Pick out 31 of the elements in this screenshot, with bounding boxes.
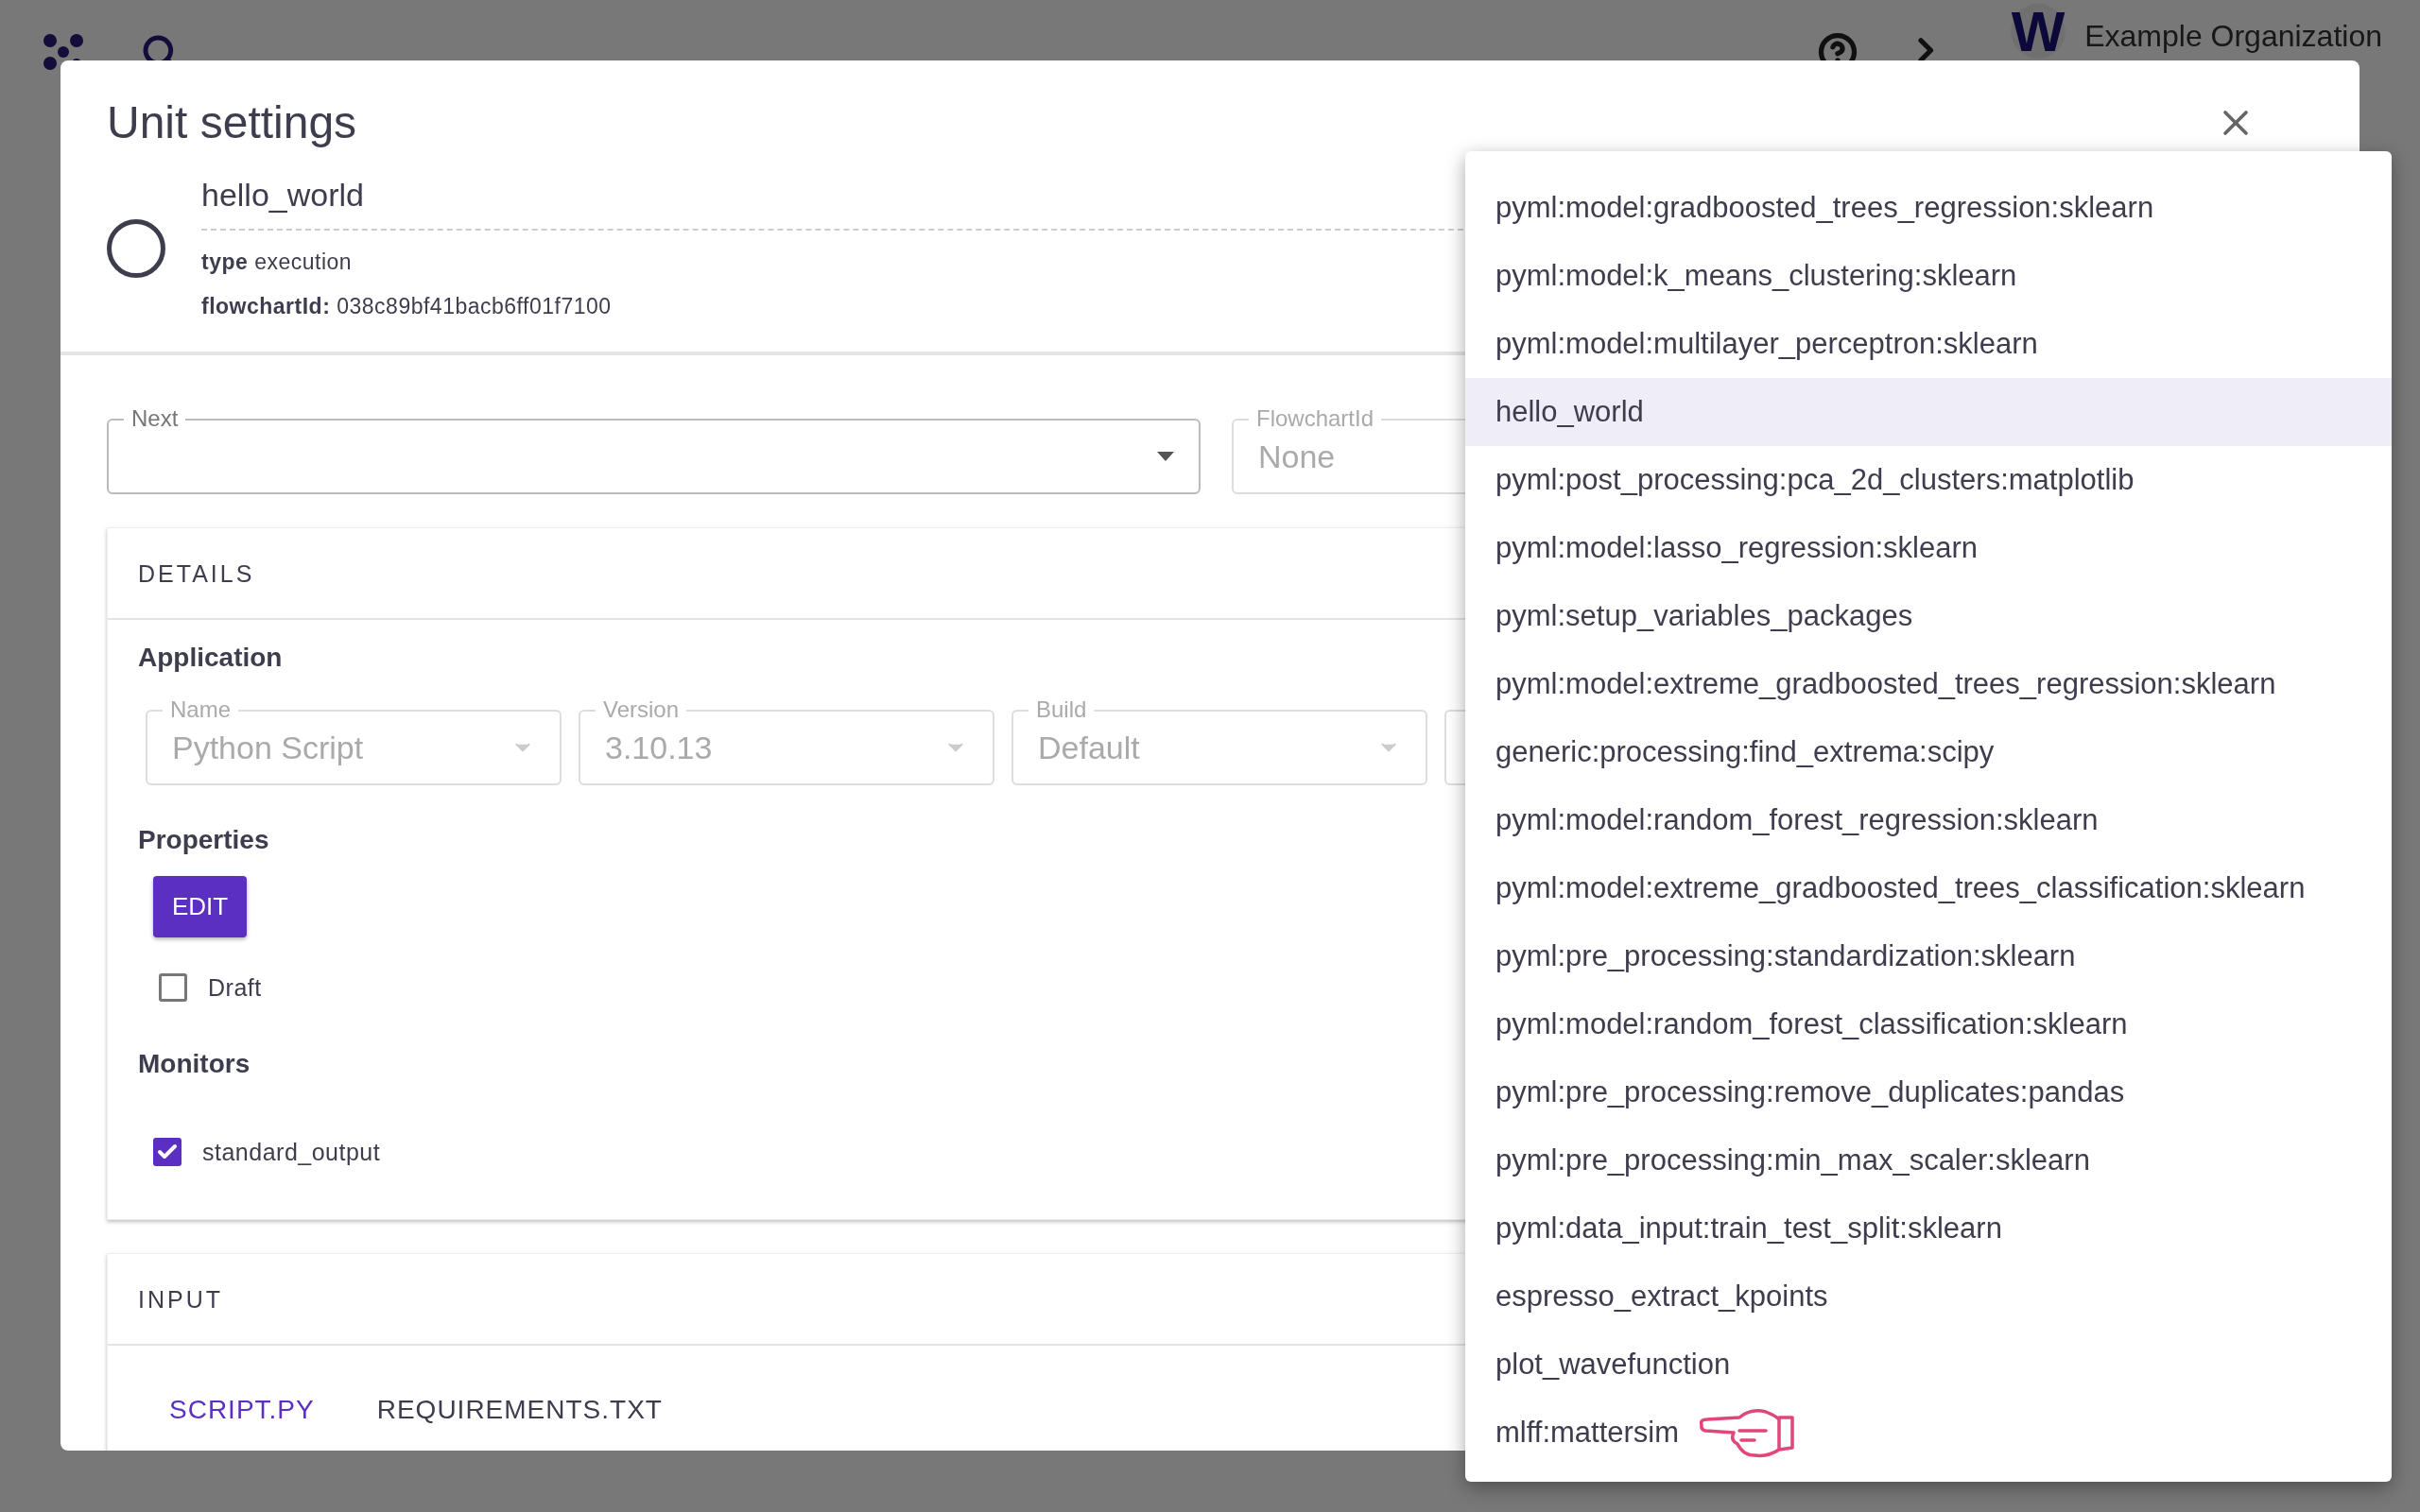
avatar[interactable]: W	[2011, 4, 2066, 59]
dropdown-option[interactable]: pyml:pre_processing:standardization:sklearn	[1465, 922, 2392, 990]
dropdown-option[interactable]: mlff:mattersim	[1465, 1399, 2392, 1467]
dropdown-option[interactable]: generic:processing:find_extrema:scipy	[1465, 718, 2392, 786]
checkbox-label: Draft	[208, 973, 262, 1002]
dropdown-option[interactable]: pyml:pre_processing:min_max_scaler:sklearn	[1465, 1126, 2392, 1194]
section-heading: Application	[138, 643, 283, 673]
caret-icon	[1157, 452, 1174, 461]
dialog-title: Unit settings	[107, 96, 358, 148]
status-ring-icon	[107, 218, 165, 278]
dropdown-option[interactable]: pyml:model:random_forest_regression:sklearn	[1465, 786, 2392, 854]
checkbox-label: standard_output	[202, 1138, 381, 1166]
dropdown-option[interactable]: pyml:pre_processing:remove_duplicates:pandas	[1465, 1058, 2392, 1126]
file-tab[interactable]: REQUIREMENTS.TXT	[376, 1395, 663, 1425]
dropdown-option[interactable]: pyml:model:multilayer_perceptron:sklearn	[1465, 310, 2392, 378]
unit-type: type execution	[201, 249, 354, 275]
flowchart-id: flowchartId: 038c89bf41bacb6ff01f7100	[201, 294, 613, 319]
dropdown-option[interactable]: pyml:model:k_means_clustering:sklearn	[1465, 242, 2392, 310]
logo-icon[interactable]	[43, 33, 84, 71]
file-tab[interactable]: SCRIPT.PY	[169, 1395, 315, 1425]
dropdown-option[interactable]: pyml:post_processing:pca_2d_clusters:matplotlib	[1465, 446, 2392, 514]
draft-checkbox[interactable]	[159, 973, 187, 1002]
section-heading: Properties	[138, 825, 269, 855]
dropdown-option[interactable]: pyml:model:extreme_gradboosted_trees_regression:sklearn	[1465, 650, 2392, 718]
dropdown-option[interactable]: pyml:model:extreme_gradboosted_trees_classification:sklearn	[1465, 854, 2392, 922]
edit-button[interactable]: EDIT	[153, 876, 248, 937]
dropdown-option[interactable]: pyml:model:random_forest_classification:sklearn	[1465, 990, 2392, 1058]
monitor-checkbox[interactable]	[153, 1138, 182, 1166]
section-heading: Monitors	[138, 1049, 251, 1079]
organization-name: Example Organization	[2084, 19, 2382, 54]
dropdown-option[interactable]: hello_world	[1465, 378, 2392, 446]
